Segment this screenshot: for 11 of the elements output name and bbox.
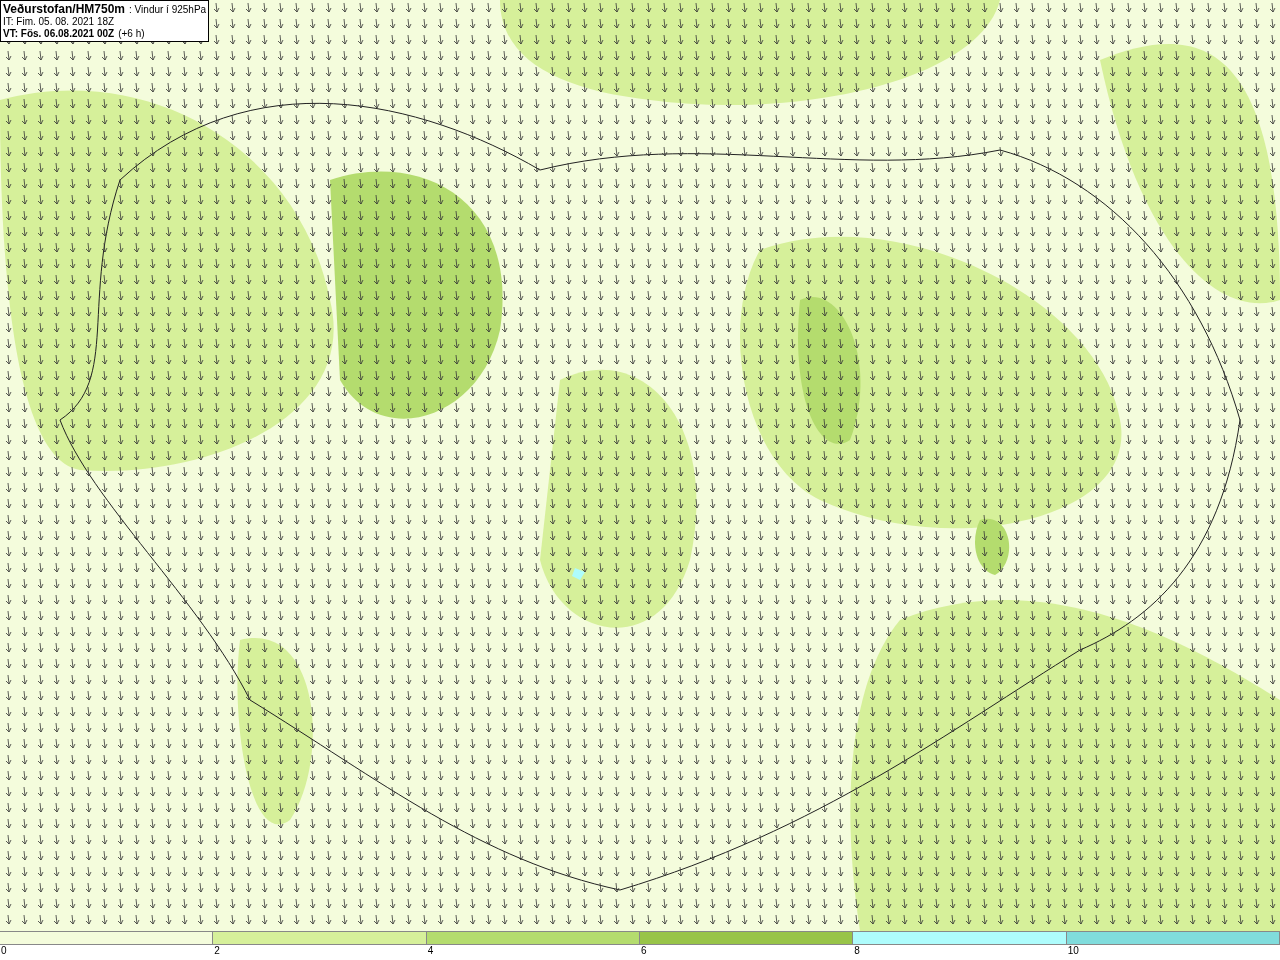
legend-tick-label: 4 — [427, 945, 434, 957]
init-time: IT: Fim. 05. 08. 2021 18Z — [3, 16, 116, 28]
legend-tick-label: 8 — [854, 945, 860, 957]
product-label: : Vindur í 925hPa — [129, 4, 207, 16]
valid-time: VT: Fös. 06.08.2021 00Z — [3, 28, 115, 40]
legend-tick-label: 2 — [214, 945, 220, 957]
legend-tick-label: 6 — [641, 945, 647, 957]
source-title: Veðurstofan/HM750m — [3, 2, 126, 16]
legend-tick-label: 10 — [1067, 945, 1079, 957]
legend-tick-label: 0 — [1, 945, 7, 957]
forecast-offset: (+6 h) — [118, 28, 145, 40]
